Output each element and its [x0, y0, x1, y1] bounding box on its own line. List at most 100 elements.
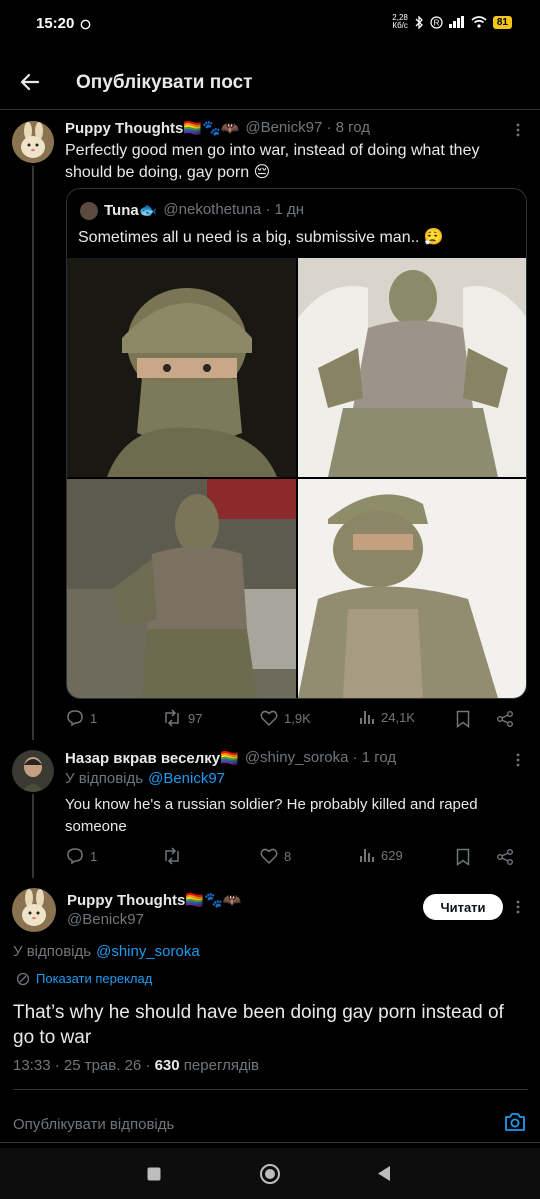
system-navigation-bar: [0, 1148, 540, 1199]
reply-button[interactable]: 1: [66, 847, 97, 865]
post-header: Назар вкрав веселку🏳️‍🌈 @shiny_soroka · …: [65, 749, 396, 767]
soldier-photo-image: [67, 479, 296, 698]
avatar[interactable]: [12, 888, 56, 932]
soldier-photo-image: [67, 258, 296, 477]
thread-line: [32, 794, 34, 878]
repost-icon: [165, 847, 179, 865]
bunny-avatar-icon: [12, 121, 54, 163]
back-nav-icon[interactable]: [377, 1165, 391, 1182]
post-actions: 1 97 1,9K 24,1K: [66, 709, 516, 729]
post-timestamp: 13:33 · 25 трав. 26 ·: [13, 1057, 155, 1074]
views-total: 630: [154, 1057, 180, 1074]
reply-context: У відповідь @Benick97: [65, 770, 225, 787]
thread-line: [32, 166, 34, 740]
author-name[interactable]: Назар вкрав веселку🏳️‍🌈: [65, 749, 239, 767]
views-icon: [360, 849, 374, 862]
author-handle: @Benick97 · 8 год: [245, 119, 371, 136]
quoted-post[interactable]: Tuna🐟 @nekothetuna · 1 дн Sometimes all …: [66, 188, 527, 699]
follow-button[interactable]: Читати: [423, 894, 503, 920]
post-actions: 1 8 629: [66, 847, 516, 867]
views-count: 24,1K: [381, 709, 415, 725]
avatar[interactable]: [12, 750, 54, 792]
header-divider: [0, 109, 540, 110]
like-count: 1,9K: [284, 710, 311, 726]
svg-text:R: R: [433, 18, 439, 27]
back-arrow-icon[interactable]: [18, 70, 42, 94]
share-icon[interactable]: [496, 848, 514, 866]
repost-button[interactable]: [162, 847, 182, 865]
quote-author-handle: @nekothetuna · 1 дн: [163, 201, 305, 218]
quote-header: Tuna🐟 @nekothetuna · 1 дн: [104, 201, 304, 219]
reply-icon: [67, 848, 83, 865]
post-text: You know he's a russian soldier? He prob…: [65, 796, 478, 835]
bunny-avatar-icon: [12, 888, 56, 932]
meta-divider: [13, 1089, 528, 1090]
soldier-photo-image: [298, 479, 526, 698]
repost-button[interactable]: 97: [162, 709, 202, 727]
reply-prefix: У відповідь: [13, 943, 92, 960]
reply-composer-input[interactable]: Опублікувати відповідь: [13, 1116, 174, 1133]
avatar: [80, 202, 98, 220]
translate-link[interactable]: Показати переклад: [16, 971, 152, 986]
post-header: Puppy Thoughts🏳️‍🌈🐾🦇 @Benick97 · 8 год: [65, 119, 370, 137]
author-handle: @Benick97: [67, 911, 144, 928]
more-options-icon[interactable]: [516, 900, 520, 914]
reply-context: У відповідь @shiny_soroka: [13, 943, 200, 960]
author-handle: @shiny_soroka · 1 год: [244, 749, 397, 766]
heart-icon: [260, 710, 278, 727]
camera-icon[interactable]: [504, 1112, 526, 1132]
soldier-photo-image: [298, 258, 526, 477]
bluetooth-icon: [415, 15, 423, 29]
photo-soldier-4[interactable]: [298, 479, 526, 698]
reply-button[interactable]: 1: [66, 709, 97, 727]
heart-icon: [260, 848, 278, 865]
like-button[interactable]: 1,9K: [260, 709, 311, 727]
views-button[interactable]: 24,1K: [359, 709, 415, 725]
like-button[interactable]: 8: [260, 847, 291, 865]
more-options-icon[interactable]: [516, 123, 520, 137]
quote-text: Sometimes all u need is a big, submissiv…: [78, 229, 444, 246]
more-options-icon[interactable]: [516, 753, 520, 767]
like-count: 8: [284, 848, 292, 864]
reply-prefix: У відповідь: [65, 770, 144, 787]
wifi-icon: [471, 16, 487, 28]
repost-count: 97: [188, 710, 203, 726]
author-name[interactable]: Puppy Thoughts🏳️‍🌈🐾🦇: [65, 119, 239, 137]
bookmark-icon[interactable]: [456, 710, 470, 728]
views-count: 629: [381, 847, 403, 863]
user-photo-avatar-icon: [12, 750, 54, 792]
composer-divider: [0, 1142, 540, 1143]
post-meta: 13:33 · 25 трав. 26 · 630 переглядів: [13, 1057, 259, 1074]
avatar[interactable]: [12, 121, 54, 163]
battery-indicator: 81: [492, 15, 512, 29]
photo-soldier-3[interactable]: [67, 479, 296, 698]
recent-apps-icon[interactable]: [147, 1167, 161, 1181]
translate-label: Показати переклад: [36, 971, 153, 986]
reply-to-link[interactable]: @Benick97: [148, 770, 225, 787]
reply-count: 1: [90, 710, 98, 726]
status-time: 15:20: [36, 15, 75, 32]
reply-count: 1: [90, 848, 98, 864]
bookmark-icon[interactable]: [456, 848, 470, 866]
reply-to-link[interactable]: @shiny_soroka: [96, 943, 200, 960]
translate-icon: [16, 972, 30, 985]
repost-icon: [165, 709, 179, 727]
page-title: Опублікувати пост: [76, 72, 253, 93]
views-icon: [360, 711, 374, 724]
home-icon[interactable]: [259, 1163, 281, 1185]
views-button[interactable]: 629: [359, 847, 403, 863]
photo-soldier-2[interactable]: [298, 258, 526, 477]
network-speed: 2,28 Кб/с: [392, 13, 408, 30]
status-bar: 15:20 2,28 Кб/с R 81: [0, 0, 540, 50]
status-icons: 2,28 Кб/с R 81: [388, 14, 512, 30]
quote-author-name: Tuna🐟: [104, 202, 158, 219]
registered-icon: R: [430, 15, 443, 29]
views-label: переглядів: [179, 1057, 260, 1074]
photo-soldier-1[interactable]: [67, 258, 296, 477]
signal-icon: [448, 16, 464, 28]
post-text: Perfectly good men go into war, instead …: [65, 142, 480, 181]
author-name[interactable]: Puppy Thoughts🏳️‍🌈🐾🦇: [67, 891, 241, 909]
share-icon[interactable]: [496, 710, 514, 728]
chat-status-icon: [80, 19, 91, 30]
reply-icon: [67, 710, 83, 727]
